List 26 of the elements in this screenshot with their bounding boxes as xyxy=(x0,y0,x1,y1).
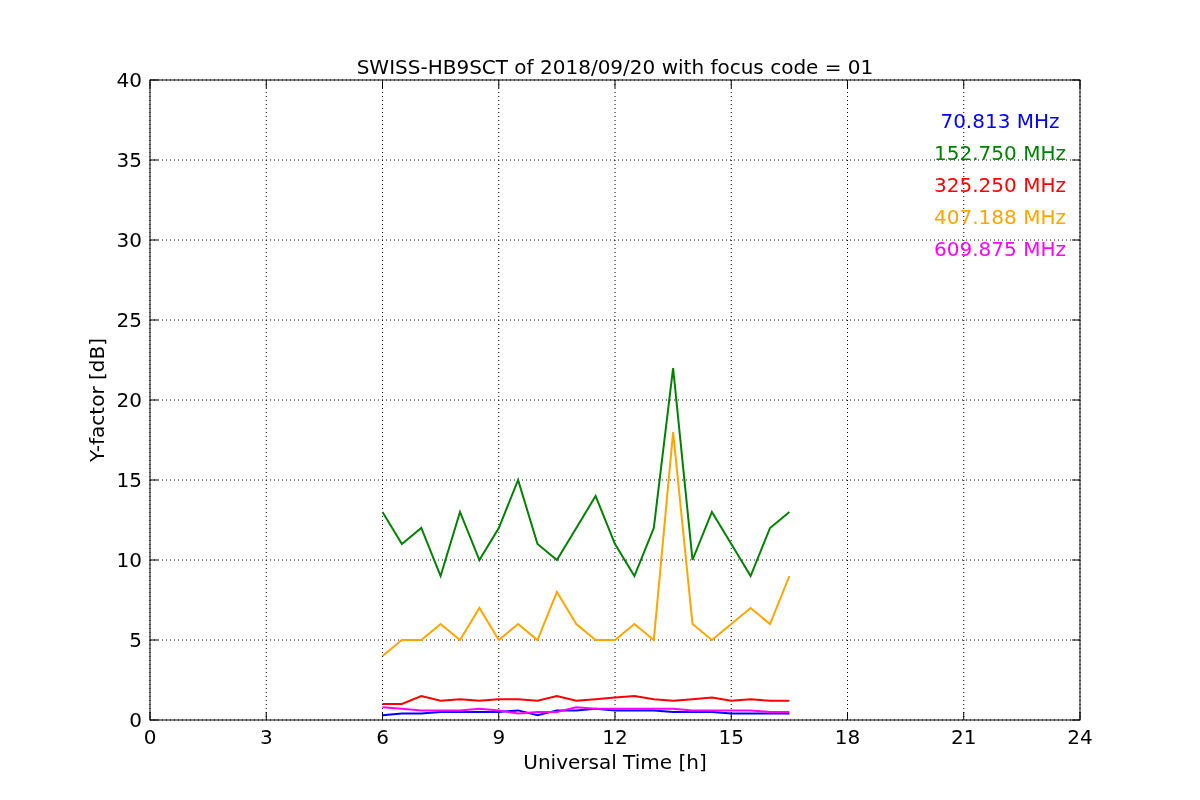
tick-label: 6 xyxy=(376,725,389,749)
tick-label: 15 xyxy=(718,725,744,749)
legend-entry: 609.875 MHz xyxy=(934,237,1066,261)
tick-label: 10 xyxy=(116,548,142,572)
legend-entry: 325.250 MHz xyxy=(934,173,1066,197)
tick-label: 5 xyxy=(129,628,142,652)
legend-entry: 70.813 MHz xyxy=(940,109,1060,133)
tick-label: 15 xyxy=(116,468,142,492)
tick-label: 0 xyxy=(143,725,157,749)
tick-label: 35 xyxy=(116,148,142,172)
legend-entry: 152.750 MHz xyxy=(934,141,1066,165)
tick-label: 24 xyxy=(1067,725,1093,749)
tick-label: 12 xyxy=(602,725,628,749)
tick-label: 30 xyxy=(116,228,142,252)
tick-label: 9 xyxy=(492,725,506,749)
tick-label: 3 xyxy=(259,725,273,749)
tick-label: 18 xyxy=(834,725,861,749)
tick-label: 25 xyxy=(116,308,142,332)
chart-title: SWISS-HB9SCT of 2018/09/20 with focus code = 01 xyxy=(356,55,874,79)
tick-label: 40 xyxy=(116,68,142,92)
axis-label: Y-factor [dB] xyxy=(85,338,109,462)
legend-entry: 407.188 MHz xyxy=(934,205,1066,229)
tick-label: 21 xyxy=(951,725,977,749)
axis-label: Universal Time [h] xyxy=(523,750,707,774)
tick-label: 20 xyxy=(116,388,142,412)
tick-label: 0 xyxy=(129,708,142,732)
